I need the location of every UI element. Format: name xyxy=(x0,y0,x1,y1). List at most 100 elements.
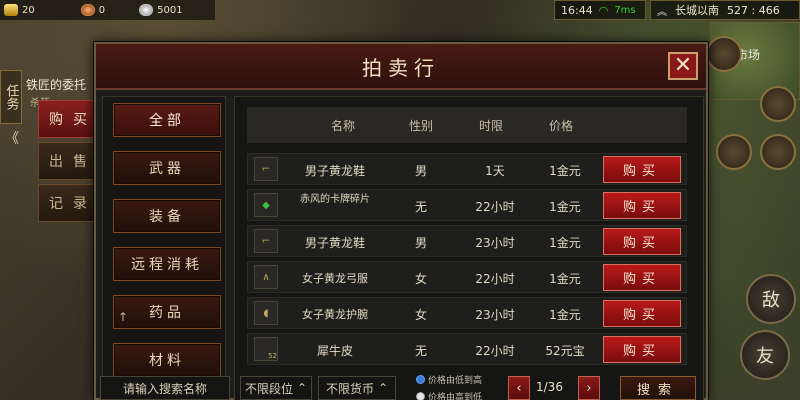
coupon-coin-icon xyxy=(80,4,95,16)
category-weapons[interactable]: 武器 xyxy=(113,151,221,185)
item-name: 犀牛皮 xyxy=(316,344,353,358)
item-time: 23小时 xyxy=(475,236,515,250)
item-price: 52元宝 xyxy=(545,344,585,358)
close-icon: ✕ xyxy=(673,53,693,78)
sort-price-asc[interactable]: 价格由低到高 xyxy=(416,373,482,386)
table-row[interactable]: 52 犀牛皮 无 22小时 52元宝 购买 xyxy=(247,333,687,365)
enemy-label: 敌 xyxy=(762,290,780,311)
side-tab-records[interactable]: 记录 xyxy=(38,184,100,222)
auction-window: 拍卖行 ✕ 全部 武器 装备 远程消耗 药品 材料 名称 性别 时限 价格 ⌐ … xyxy=(94,42,708,400)
buy-button[interactable]: 购买 xyxy=(603,192,681,219)
boots-icon: ⌐ xyxy=(254,157,278,181)
armor-icon: ∧ xyxy=(254,265,278,289)
item-time: 23小时 xyxy=(475,308,515,322)
close-button[interactable]: ✕ xyxy=(668,52,698,80)
column-name: 名称 xyxy=(331,118,356,133)
column-sex: 性别 xyxy=(409,118,434,133)
search-button[interactable]: 搜索 xyxy=(620,376,696,400)
coupon-value: 0 xyxy=(98,4,106,16)
item-time: 22小时 xyxy=(475,200,515,214)
gold-resource: 20 xyxy=(4,4,35,16)
status-bar: 16:44 ◠ 7ms ︽ 长城以南 527 : 466 xyxy=(554,0,800,22)
silver-value: 5001 xyxy=(157,4,183,16)
resource-bar: 20 0 5001 xyxy=(0,0,215,20)
search-input[interactable]: 请输入搜索名称 xyxy=(100,376,230,400)
skill-button-2[interactable] xyxy=(760,86,796,122)
prev-page-button[interactable]: ‹ xyxy=(508,376,530,400)
column-time: 时限 xyxy=(479,118,504,133)
double-chevron-icon: ⌃ xyxy=(377,381,389,395)
quest-tab[interactable]: 任务 xyxy=(0,70,22,124)
buy-button[interactable]: 购买 xyxy=(603,336,681,363)
table-row[interactable]: ∧ 女子黄龙弓服 女 22小时 1金元 购买 xyxy=(247,261,687,293)
item-name: 女子黄龙护腕 xyxy=(302,308,368,321)
friend-label: 友 xyxy=(756,346,774,367)
skill-button-4[interactable] xyxy=(760,134,796,170)
quest-title[interactable]: 铁匠的委托 xyxy=(26,76,86,93)
category-equipment[interactable]: 装备 xyxy=(113,199,221,233)
sort-price-desc-label: 价格由高到低 xyxy=(428,393,483,400)
location-box[interactable]: ︽ 长城以南 527 : 466 xyxy=(650,0,800,20)
category-materials[interactable]: 材料 xyxy=(113,343,221,377)
buy-button[interactable]: 购买 xyxy=(603,300,681,327)
card-fragment-icon: ◆ xyxy=(254,193,278,217)
item-price: 1金元 xyxy=(549,164,581,178)
buy-button[interactable]: 购买 xyxy=(603,156,681,183)
side-tab-sell[interactable]: 出售 xyxy=(38,142,100,180)
buy-button[interactable]: 购买 xyxy=(603,228,681,255)
item-name: 男子黄龙鞋 xyxy=(304,164,365,178)
item-time: 22小时 xyxy=(475,344,515,358)
listing-panel: 名称 性别 时限 价格 ⌐ 男子黄龙鞋 男 1天 1金元 购买 ◆ 赤风的卡牌碎… xyxy=(234,96,704,400)
item-price: 1金元 xyxy=(549,308,581,322)
currency-filter-dropdown[interactable]: 不限货币 ⌃ xyxy=(318,376,396,400)
double-chevron-icon: ⌃ xyxy=(296,381,308,395)
item-sex: 男 xyxy=(414,164,427,178)
category-potions[interactable]: 药品 xyxy=(113,295,221,329)
coupon-resource: 0 xyxy=(80,4,106,16)
silver-coin-icon xyxy=(139,4,154,16)
item-name: 赤风的卡牌碎片 xyxy=(300,194,370,205)
sort-price-asc-label: 价格由低到高 xyxy=(428,376,483,386)
gold-value: 20 xyxy=(22,4,35,16)
item-sex: 女 xyxy=(414,272,427,286)
table-row[interactable]: ◖ 女子黄龙护腕 女 23小时 1金元 购买 xyxy=(247,297,687,329)
radio-unselected-icon xyxy=(416,392,425,400)
item-sex: 男 xyxy=(414,236,427,250)
collapse-double-left-icon[interactable]: 《 xyxy=(2,128,22,148)
skill-button-3[interactable] xyxy=(716,134,752,170)
ping-value: 7ms xyxy=(614,4,636,16)
currency-filter-label: 不限货币 xyxy=(325,381,374,396)
category-ranged[interactable]: 远程消耗 xyxy=(113,247,221,281)
chevron-up-icon: ︽ xyxy=(657,6,667,18)
item-time: 22小时 xyxy=(475,272,515,286)
side-tab-buy[interactable]: 购买 xyxy=(38,100,100,138)
auction-title: 拍卖行 xyxy=(362,55,440,80)
buy-button[interactable]: 购买 xyxy=(603,264,681,291)
item-price: 1金元 xyxy=(549,236,581,250)
skill-button-1[interactable] xyxy=(706,36,742,72)
item-price: 1金元 xyxy=(549,272,581,286)
chevron-right-icon: › xyxy=(586,380,592,396)
item-name: 女子黄龙弓服 xyxy=(302,272,368,285)
auction-header: 拍卖行 ✕ xyxy=(96,44,706,90)
clock-time: 16:44 xyxy=(561,3,593,17)
arrow-up-icon: ↑ xyxy=(118,310,129,324)
level-filter-dropdown[interactable]: 不限段位 ⌃ xyxy=(240,376,312,400)
next-page-button[interactable]: › xyxy=(578,376,600,400)
boots-icon: ⌐ xyxy=(254,229,278,253)
enemy-target-button[interactable]: 敌 xyxy=(746,274,796,324)
item-price: 1金元 xyxy=(549,200,581,214)
sort-price-desc[interactable]: 价格由高到低 xyxy=(416,390,482,400)
table-row[interactable]: ⌐ 男子黄龙鞋 男 23小时 1金元 购买 xyxy=(247,225,687,257)
page-number: 1/36 xyxy=(536,380,563,394)
item-count-badge: 52 xyxy=(268,352,277,360)
table-row[interactable]: ◆ 赤风的卡牌碎片 无 22小时 1金元 购买 xyxy=(247,189,687,221)
chevron-left-icon: ‹ xyxy=(516,380,522,396)
level-filter-label: 不限段位 xyxy=(244,381,293,396)
category-all[interactable]: 全部 xyxy=(113,103,221,137)
friend-target-button[interactable]: 友 xyxy=(740,330,790,380)
bracer-icon: ◖ xyxy=(254,301,278,325)
item-sex: 无 xyxy=(414,344,427,358)
item-sex: 无 xyxy=(414,200,427,214)
table-row[interactable]: ⌐ 男子黄龙鞋 男 1天 1金元 购买 xyxy=(247,153,687,185)
